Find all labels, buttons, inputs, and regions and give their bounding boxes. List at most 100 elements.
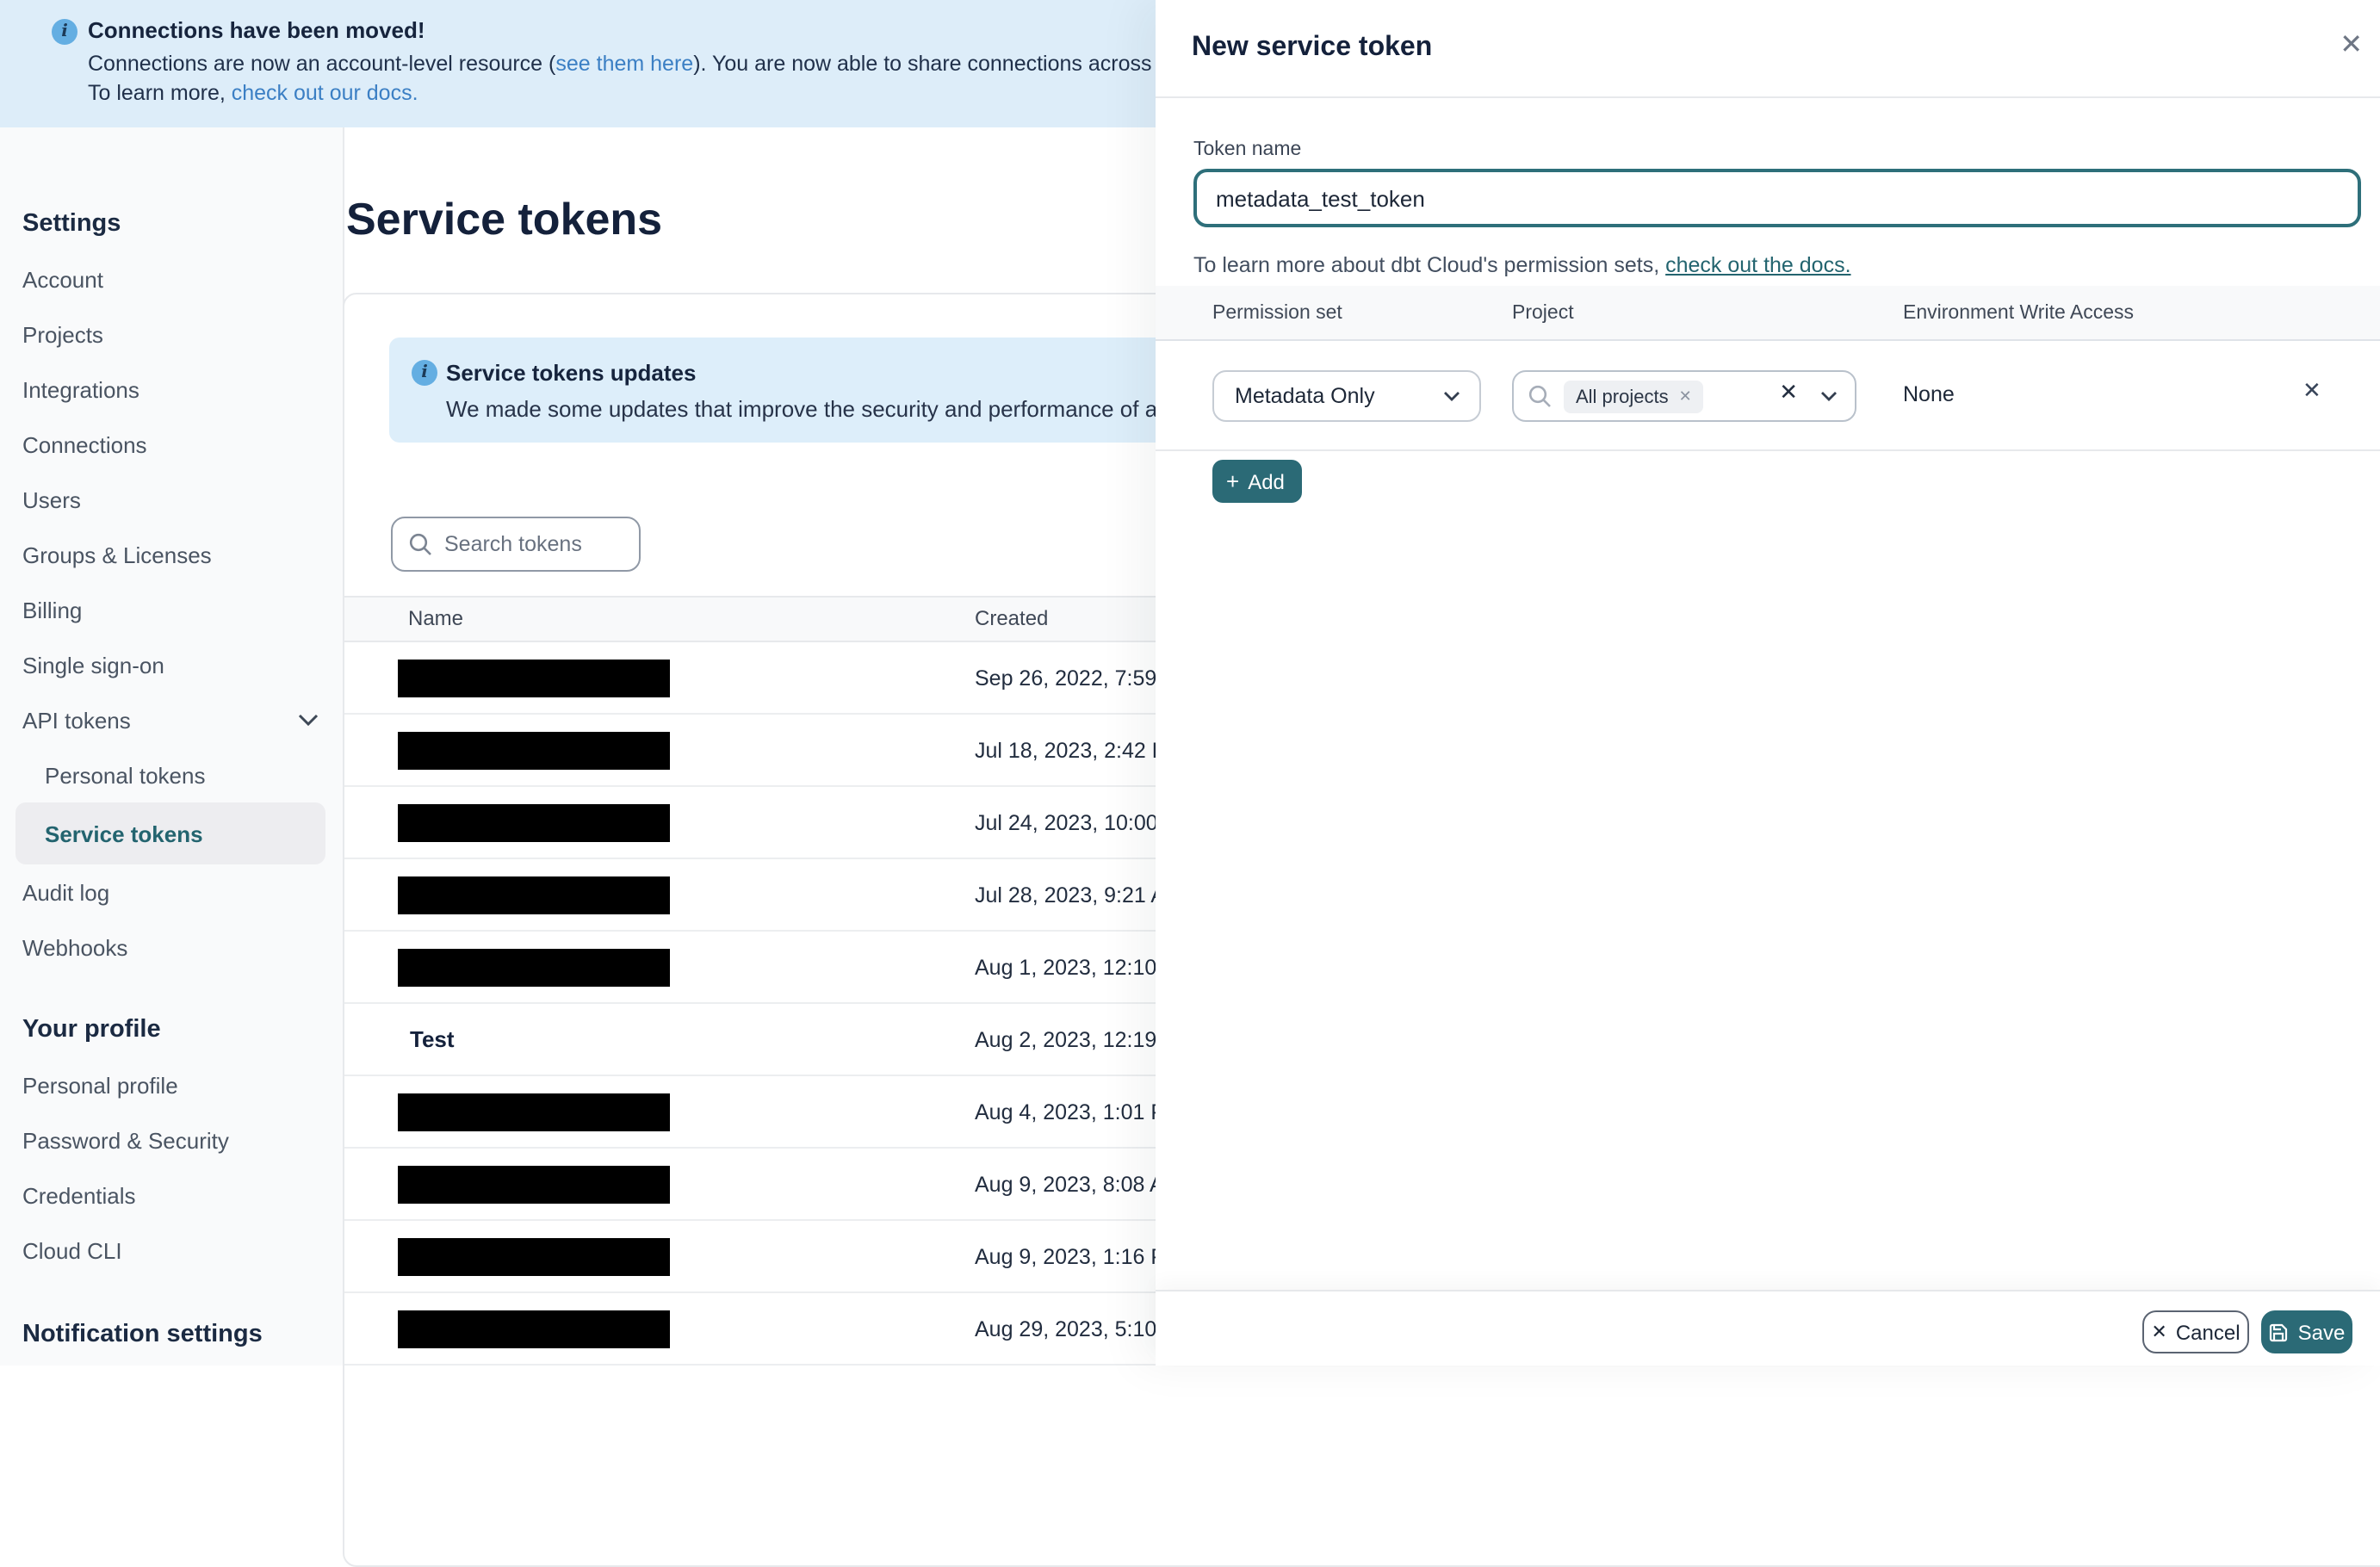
sidebar-item-single-sign-on[interactable]: Single sign-on — [0, 637, 343, 692]
check-out-docs-link[interactable]: check out the docs. — [1665, 253, 1850, 277]
add-button-label: Add — [1248, 469, 1285, 493]
sidebar-item-account[interactable]: Account — [0, 251, 343, 307]
chevron-down-icon — [298, 714, 319, 727]
sidebar-item-label: API tokens — [22, 707, 131, 733]
banner-body-2: To learn more, check out our docs. — [88, 81, 418, 105]
sidebar-item-label: Personal profile — [22, 1072, 178, 1098]
plus-icon: + — [1226, 468, 1240, 494]
banner-text: To learn more, — [88, 81, 232, 105]
permission-table-header: Permission set Project Environment Write… — [1156, 286, 2380, 341]
close-icon[interactable]: ✕ — [2340, 29, 2363, 64]
environment-write-access-value: None — [1903, 382, 1955, 406]
chip-label: All projects — [1576, 387, 1669, 407]
page-title: Service tokens — [346, 193, 663, 245]
panel-header: New service token ✕ — [1156, 0, 2380, 98]
token-name-label: Token name — [1193, 139, 1302, 160]
sidebar-heading-settings: Settings — [22, 210, 121, 238]
close-icon: ✕ — [2151, 1322, 2167, 1343]
redacted-token-name — [398, 660, 670, 697]
redacted-token-name — [398, 949, 670, 987]
permission-row: Metadata Only All projects ✕ ✕ None ✕ — [1156, 341, 2380, 451]
info-icon: i — [52, 19, 77, 45]
sidebar-item-label: Projects — [22, 321, 103, 347]
sidebar-item-label: Password & Security — [22, 1127, 229, 1153]
sidebar-item-users[interactable]: Users — [0, 472, 343, 527]
sidebar-item-service-tokens[interactable]: Service tokens — [15, 802, 325, 864]
sidebar-profile-group: Personal profile Password & Security Cre… — [0, 1057, 343, 1278]
sidebar-heading-your-profile: Your profile — [22, 1016, 161, 1044]
token-name-input[interactable] — [1193, 169, 2361, 227]
redacted-token-name — [398, 732, 670, 770]
save-button[interactable]: Save — [2261, 1310, 2352, 1353]
cancel-button[interactable]: ✕ Cancel — [2142, 1310, 2249, 1353]
permission-set-select[interactable]: Metadata Only — [1212, 370, 1481, 422]
sidebar-item-projects[interactable]: Projects — [0, 307, 343, 362]
token-name: Test — [410, 1026, 455, 1052]
redacted-token-name — [398, 804, 670, 842]
sidebar-item-label: Users — [22, 486, 81, 512]
chevron-down-icon — [1821, 392, 1837, 401]
redacted-token-name — [398, 1093, 670, 1131]
see-them-here-link[interactable]: see them here — [555, 52, 693, 76]
settings-sidebar: Settings Account Projects Integrations C… — [0, 127, 344, 1366]
sidebar-heading-notification-settings: Notification settings — [22, 1321, 263, 1348]
sidebar-item-api-tokens[interactable]: API tokens — [0, 692, 343, 747]
sidebar-item-audit-log[interactable]: Audit log — [0, 864, 343, 920]
sidebar-item-cloud-cli[interactable]: Cloud CLI — [0, 1223, 343, 1278]
banner-title: Connections have been moved! — [88, 17, 425, 43]
column-header-permission-set: Permission set — [1212, 303, 1342, 324]
app-window: i Connections have been moved! Connectio… — [0, 0, 2380, 1567]
all-projects-chip: All projects ✕ — [1564, 381, 1704, 413]
search-icon — [1528, 385, 1551, 407]
banner-text: Connections are now an account-level res… — [88, 52, 556, 76]
help-text: To learn more about dbt Cloud's permissi… — [1193, 253, 1666, 277]
sidebar-item-connections[interactable]: Connections — [0, 417, 343, 472]
sidebar-item-label: Audit log — [22, 879, 110, 905]
column-header-name: Name — [408, 606, 464, 630]
permission-set-value: Metadata Only — [1235, 384, 1375, 408]
save-button-label: Save — [2297, 1320, 2346, 1344]
sidebar-item-billing[interactable]: Billing — [0, 582, 343, 637]
new-service-token-panel: New service token ✕ Token name To learn … — [1156, 0, 2380, 1366]
column-header-environment-write-access: Environment Write Access — [1903, 303, 2135, 324]
sidebar-item-webhooks[interactable]: Webhooks — [0, 920, 343, 975]
sidebar-item-label: Service tokens — [45, 821, 203, 846]
check-docs-link[interactable]: check out our docs. — [232, 81, 418, 105]
sidebar-item-personal-profile[interactable]: Personal profile — [0, 1057, 343, 1112]
search-input[interactable] — [441, 518, 634, 570]
search-tokens-box — [391, 517, 641, 572]
remove-row-icon[interactable]: ✕ — [2303, 377, 2321, 405]
sidebar-item-label: Groups & Licenses — [22, 542, 212, 567]
sidebar-item-label: Personal tokens — [45, 762, 206, 788]
column-header-created: Created — [975, 606, 1049, 630]
chevron-down-icon — [1444, 392, 1460, 401]
sidebar-item-password-security[interactable]: Password & Security — [0, 1112, 343, 1168]
sidebar-item-label: Account — [22, 266, 103, 292]
sidebar-item-label: Webhooks — [22, 934, 128, 960]
permission-help-text: To learn more about dbt Cloud's permissi… — [1193, 253, 1851, 277]
save-disk-icon — [2270, 1322, 2288, 1341]
redacted-token-name — [398, 1238, 670, 1276]
panel-footer: ✕ Cancel Save — [1156, 1290, 2380, 1366]
sidebar-item-label: Cloud CLI — [22, 1237, 122, 1263]
column-header-project: Project — [1512, 303, 1574, 324]
sidebar-item-credentials[interactable]: Credentials — [0, 1168, 343, 1223]
remove-chip-icon[interactable]: ✕ — [1679, 387, 1692, 406]
project-multiselect[interactable]: All projects ✕ ✕ — [1512, 370, 1856, 422]
info-icon: i — [412, 360, 437, 386]
sidebar-item-integrations[interactable]: Integrations — [0, 362, 343, 417]
sidebar-item-label: Single sign-on — [22, 652, 164, 678]
clear-selection-icon[interactable]: ✕ — [1779, 379, 1798, 406]
sidebar-item-label: Credentials — [22, 1182, 136, 1208]
search-icon — [409, 533, 431, 555]
sidebar-item-label: Integrations — [22, 376, 139, 402]
sidebar-item-label: Billing — [22, 597, 83, 622]
redacted-token-name — [398, 876, 670, 914]
redacted-token-name — [398, 1310, 670, 1348]
panel-title: New service token — [1192, 33, 1433, 62]
sidebar-item-personal-tokens[interactable]: Personal tokens — [0, 747, 343, 802]
redacted-token-name — [398, 1166, 670, 1204]
add-permission-button[interactable]: + Add — [1212, 460, 1302, 503]
sidebar-item-groups-licenses[interactable]: Groups & Licenses — [0, 527, 343, 582]
cancel-button-label: Cancel — [2175, 1320, 2241, 1344]
